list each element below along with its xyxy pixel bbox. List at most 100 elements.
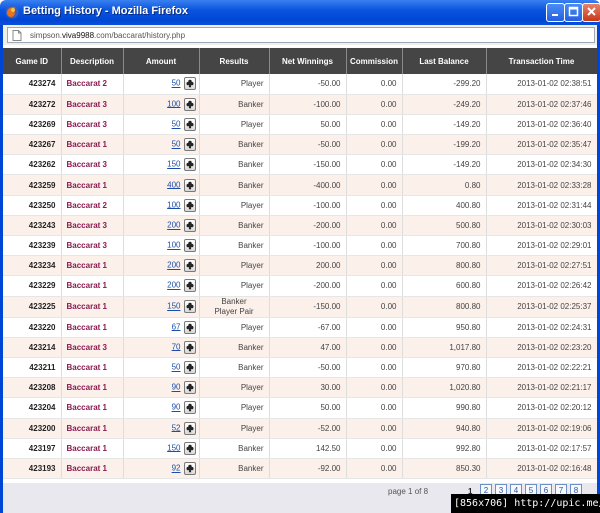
amount-link[interactable]: 50	[172, 79, 181, 88]
cell-net-winnings: -100.00	[269, 195, 347, 216]
cell-description: Baccarat 1	[61, 438, 124, 459]
card-details-button[interactable]	[183, 320, 196, 334]
amount-link[interactable]: 52	[172, 423, 181, 432]
table-header-row: Game ID Description Amount Results Net W…	[3, 48, 597, 74]
cell-game-id: 423197	[3, 438, 62, 459]
header-description[interactable]: Description	[61, 48, 124, 74]
window-title: Betting History - Mozilla Firefox	[23, 5, 189, 17]
cell-amount: 50	[123, 357, 200, 379]
maximize-button[interactable]	[564, 3, 583, 22]
url-field[interactable]: simpson.viva9988.com/baccarat/history.ph…	[7, 27, 595, 43]
title-bar: Betting History - Mozilla Firefox	[0, 0, 600, 25]
image-watermark: [856x706] http://upic.me/	[451, 494, 600, 513]
minimize-button[interactable]	[546, 3, 565, 22]
amount-link[interactable]: 100	[167, 99, 180, 108]
cell-last-balance: -149.20	[402, 154, 487, 176]
table-row: 423243 Baccarat 3 200 Banker -200.00 0.00 500.…	[3, 215, 597, 237]
card-details-button[interactable]	[183, 461, 196, 475]
cell-results: Banker	[199, 154, 270, 176]
table-row: 423200 Baccarat 1 52 Player -52.00 0.00 940.80…	[3, 418, 597, 439]
card-details-button[interactable]	[183, 401, 196, 415]
card-details-button[interactable]	[183, 340, 196, 354]
cell-description: Baccarat 3	[61, 337, 124, 358]
amount-link[interactable]: 200	[167, 281, 180, 290]
card-details-button[interactable]	[183, 77, 196, 91]
card-details-button[interactable]	[183, 239, 196, 253]
amount-link[interactable]: 90	[172, 383, 181, 392]
cell-commission: 0.00	[346, 317, 403, 338]
table-row: 423250 Baccarat 2 100 Player -100.00 0.00 400.…	[3, 195, 597, 216]
header-transaction-time[interactable]: Transaction Time	[486, 48, 597, 74]
header-last-balance[interactable]: Last Balance	[402, 48, 487, 74]
cell-net-winnings: -50.00	[269, 74, 347, 95]
card-details-button[interactable]	[183, 138, 196, 152]
cell-game-id: 423243	[3, 215, 62, 237]
cell-transaction-time: 2013-01-02 02:31:44	[486, 195, 597, 216]
card-details-button[interactable]	[183, 279, 196, 293]
cell-description: Baccarat 3	[61, 235, 124, 257]
result-line-1: Banker	[221, 296, 247, 306]
close-button[interactable]	[582, 3, 600, 22]
amount-link[interactable]: 100	[167, 241, 180, 250]
header-results[interactable]: Results	[199, 48, 270, 74]
amount-link[interactable]: 150	[167, 302, 180, 311]
cell-game-id: 423204	[3, 397, 62, 419]
amount-link[interactable]: 50	[172, 140, 181, 149]
card-details-button[interactable]	[183, 300, 196, 314]
card-details-button[interactable]	[183, 158, 196, 172]
cell-transaction-time: 2013-01-02 02:27:51	[486, 255, 597, 277]
amount-link[interactable]: 50	[172, 363, 181, 372]
amount-link[interactable]: 92	[172, 464, 181, 473]
amount-link[interactable]: 200	[167, 261, 180, 270]
amount-link[interactable]: 100	[167, 200, 180, 209]
cell-commission: 0.00	[346, 438, 403, 459]
cell-game-id: 423259	[3, 174, 62, 196]
cell-description: Baccarat 2	[61, 74, 124, 95]
card-details-button[interactable]	[183, 218, 196, 232]
betting-history-table: Game ID Description Amount Results Net W…	[3, 48, 597, 480]
cell-game-id: 423274	[3, 74, 62, 95]
amount-link[interactable]: 67	[172, 322, 181, 331]
amount-link[interactable]: 70	[172, 342, 181, 351]
amount-link[interactable]: 90	[172, 403, 181, 412]
card-details-button[interactable]	[183, 117, 196, 131]
amount-link[interactable]: 50	[172, 120, 181, 129]
card-details-button[interactable]	[183, 421, 196, 435]
cell-transaction-time: 2013-01-02 02:20:12	[486, 397, 597, 419]
header-commission[interactable]: Commission	[346, 48, 403, 74]
cell-net-winnings: -400.00	[269, 174, 347, 196]
header-game-id[interactable]: Game ID	[3, 48, 62, 74]
card-details-button[interactable]	[183, 178, 196, 192]
page-icon	[12, 30, 22, 41]
header-net-winnings[interactable]: Net Winnings	[269, 48, 347, 74]
table-row: 423193 Baccarat 1 92 Banker -92.00 0.00 850.30…	[3, 458, 597, 480]
card-suit-icon	[186, 343, 193, 352]
cell-last-balance: 0.80	[402, 174, 487, 196]
cell-transaction-time: 2013-01-02 02:19:06	[486, 418, 597, 439]
table-row: 423204 Baccarat 1 90 Player 50.00 0.00 990.80 2…	[3, 397, 597, 419]
card-suit-icon	[186, 323, 193, 331]
cell-results: Banker	[199, 357, 270, 379]
card-details-button[interactable]	[183, 441, 196, 455]
cell-commission: 0.00	[346, 94, 403, 115]
table-row: 423234 Baccarat 1 200 Player 200.00 0.00 800.8…	[3, 255, 597, 277]
card-details-button[interactable]	[183, 381, 196, 395]
card-details-button[interactable]	[183, 198, 196, 212]
cell-description: Baccarat 1	[61, 275, 124, 297]
cell-description: Baccarat 1	[61, 174, 124, 196]
amount-link[interactable]: 150	[167, 443, 180, 452]
card-details-button[interactable]	[183, 259, 196, 273]
header-amount[interactable]: Amount	[123, 48, 200, 74]
amount-link[interactable]: 150	[167, 160, 180, 169]
cell-description: Baccarat 3	[61, 154, 124, 176]
amount-link[interactable]: 400	[167, 180, 180, 189]
cell-game-id: 423262	[3, 154, 62, 176]
cell-last-balance: 950.80	[402, 317, 487, 338]
table-row: 423272 Baccarat 3 100 Banker -100.00 0.00 -249…	[3, 94, 597, 115]
card-details-button[interactable]	[183, 97, 196, 111]
cell-net-winnings: 142.50	[269, 438, 347, 459]
card-details-button[interactable]	[183, 361, 196, 375]
cell-amount: 50	[123, 134, 200, 156]
amount-link[interactable]: 200	[167, 221, 180, 230]
cell-commission: 0.00	[346, 255, 403, 277]
